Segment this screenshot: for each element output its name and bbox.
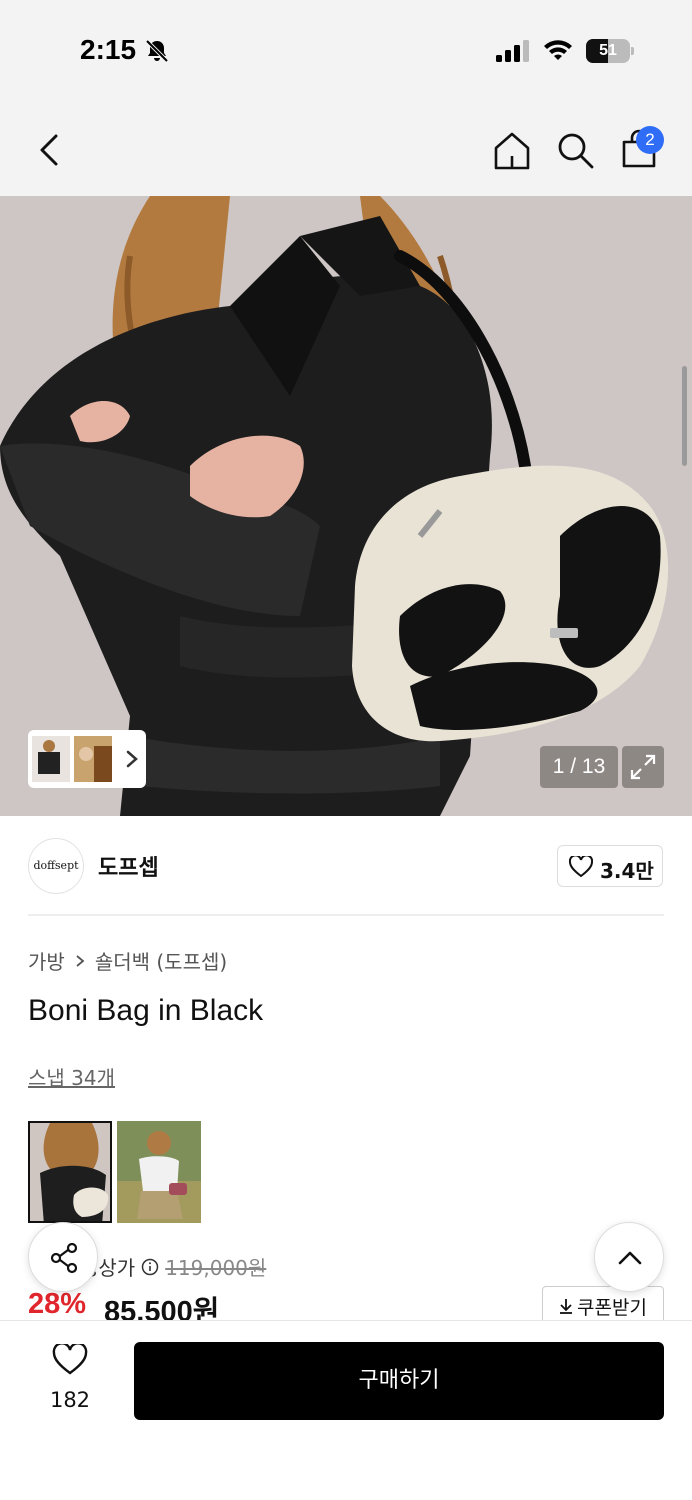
coupon-label: 쿠폰받기 — [577, 1296, 647, 1319]
gallery-counter: 1 / 13 — [540, 746, 618, 788]
chevron-right-icon[interactable] — [122, 744, 142, 774]
price-original-row: 정상가 119,000원 — [80, 1252, 266, 1281]
info-icon[interactable] — [141, 1258, 159, 1276]
scroll-to-top-button[interactable] — [594, 1222, 664, 1292]
gallery-thumb-1[interactable] — [32, 736, 70, 782]
cart-count-badge: 2 — [636, 126, 664, 154]
snap-thumbnail[interactable] — [117, 1121, 201, 1223]
breadcrumb: 가방 숄더백 (도프셉) — [28, 946, 227, 975]
heart-outline-icon — [52, 1344, 88, 1375]
breadcrumb-category[interactable]: 가방 — [28, 946, 65, 975]
status-time: 2:15 — [80, 34, 137, 65]
fullscreen-expand-icon[interactable] — [622, 746, 664, 788]
heart-outline-icon — [569, 856, 593, 878]
product-hero-image[interactable] — [0, 196, 692, 816]
original-price: 119,000원 — [165, 1256, 267, 1280]
brand-logo[interactable]: doffsept — [28, 838, 84, 894]
product-title: Boni Bag in Black — [28, 994, 264, 1027]
breadcrumb-subcategory[interactable]: 숄더백 (도프셉) — [95, 946, 227, 975]
battery-indicator: 51 — [586, 39, 634, 63]
snap-photo — [30, 1123, 110, 1221]
search-icon[interactable] — [553, 128, 597, 172]
wifi-icon — [544, 40, 572, 60]
scroll-indicator — [682, 366, 687, 466]
buy-button[interactable]: 구매하기 — [134, 1342, 664, 1420]
chevron-up-icon — [618, 1251, 642, 1265]
download-icon — [560, 1299, 573, 1314]
like-count: 182 — [49, 1388, 91, 1412]
back-arrow-icon[interactable] — [28, 128, 72, 172]
follow-count: 3.4만 — [600, 859, 654, 883]
divider — [28, 914, 664, 916]
gallery-thumbnail-strip[interactable] — [28, 730, 146, 788]
snap-thumbnail[interactable] — [28, 1121, 112, 1223]
cellular-signal-icon — [496, 40, 529, 62]
snap-link[interactable]: 스냅 34개 — [28, 1062, 115, 1091]
discount-rate: 28% — [28, 1288, 87, 1320]
share-icon — [50, 1242, 78, 1274]
snap-photo — [117, 1121, 201, 1223]
home-icon[interactable] — [490, 128, 534, 172]
bell-off-icon — [145, 39, 169, 63]
gallery-thumb-2[interactable] — [74, 736, 112, 782]
hero-photo — [0, 196, 692, 816]
status-bar: 2:15 51 — [0, 0, 692, 100]
like-button[interactable]: 182 — [40, 1344, 100, 1414]
chevron-right-icon — [76, 954, 85, 967]
share-button[interactable] — [28, 1222, 98, 1292]
brand-name[interactable]: 도프셉 — [98, 850, 159, 882]
brand-follow-button[interactable]: 3.4만 — [557, 845, 663, 887]
battery-level: 51 — [599, 42, 617, 59]
